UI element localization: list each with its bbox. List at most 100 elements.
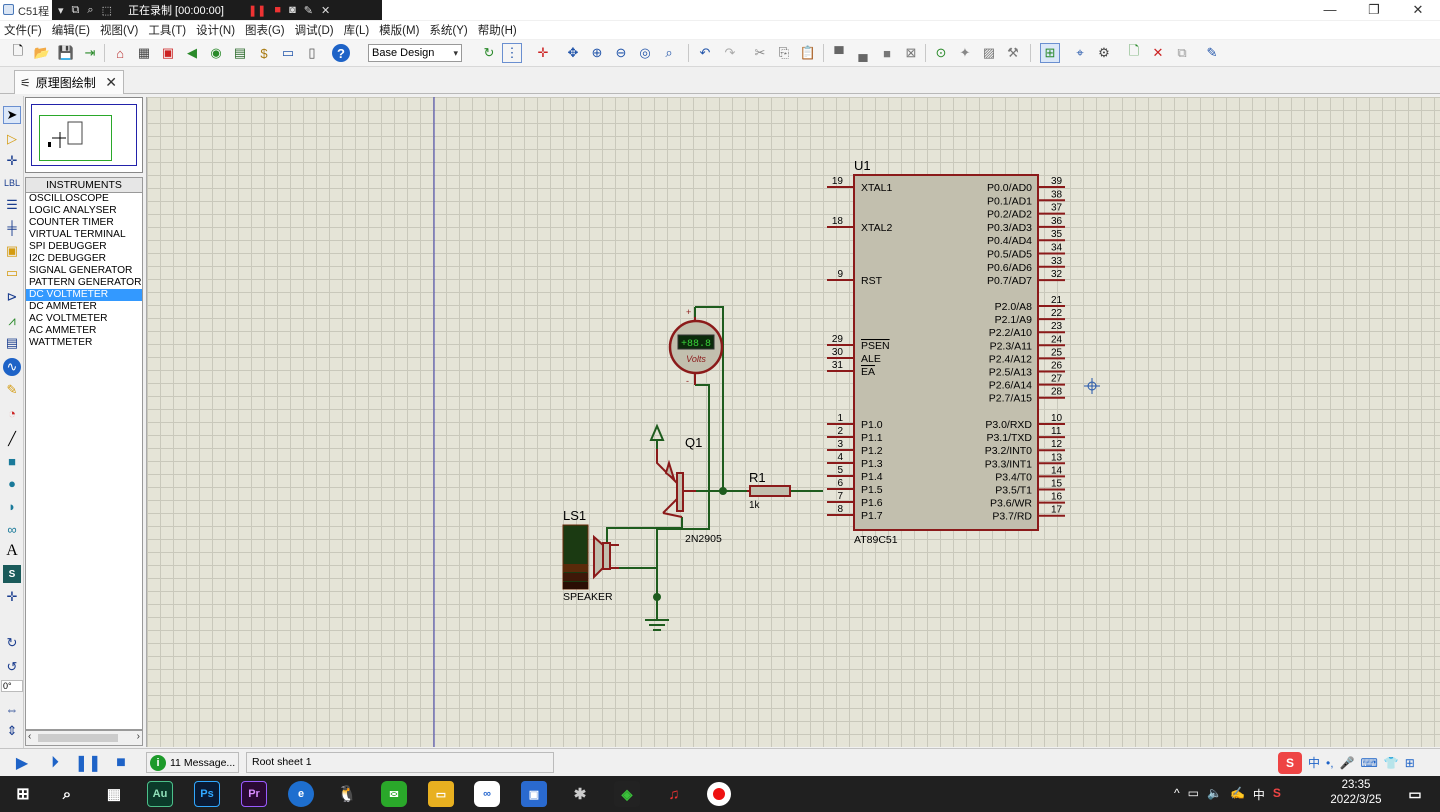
menu-item[interactable]: 调试(D) [295, 22, 334, 38]
block-copy-icon[interactable]: ▀ [829, 43, 849, 63]
camera-icon[interactable]: ◙ [289, 4, 296, 16]
design-variant-select[interactable]: Base Design ▾ [368, 44, 462, 62]
instrument-list-item[interactable]: PATTERN GENERATOR [26, 277, 142, 289]
keil-icon[interactable]: ◈ [614, 781, 640, 807]
recorder-app-icon[interactable] [707, 782, 731, 806]
stop-icon[interactable]: ■ [111, 753, 131, 773]
pen-icon[interactable]: ✎ [304, 4, 313, 17]
clock[interactable]: 23:35 2022/3/25 [1324, 778, 1388, 808]
property-assign-icon[interactable]: ⚙ [1094, 43, 1114, 63]
instrument-list-item[interactable]: DC VOLTMETER [26, 289, 142, 301]
graph-mode-icon[interactable]: ⩘ [3, 312, 21, 330]
probe-mode-icon[interactable]: ✎ [3, 381, 21, 399]
gerber-icon[interactable]: ◉ [206, 43, 226, 63]
instruments-hscrollbar[interactable]: ‹ › [25, 730, 143, 746]
premiere-icon[interactable]: Pr [241, 781, 267, 807]
bom-icon[interactable]: $ [254, 43, 274, 63]
scroll-right-icon[interactable]: › [137, 731, 140, 742]
text-script-mode-icon[interactable]: ☰ [3, 196, 21, 214]
menu-item[interactable]: 模版(M) [379, 22, 419, 38]
recorder-window-icon[interactable]: ⧉ [72, 4, 80, 17]
refresh-icon[interactable]: ↻ [479, 43, 499, 63]
box-tool-icon[interactable]: ■ [3, 452, 21, 470]
ime-language[interactable]: 中 [1308, 754, 1320, 771]
dc-voltmeter[interactable]: +88.8 Volts + - [668, 307, 724, 386]
messages-panel[interactable]: i 11 Message... [146, 752, 239, 773]
line-tool-icon[interactable]: ╱ [3, 430, 21, 448]
rotate-cw-icon[interactable]: ↻ [3, 634, 21, 652]
zoom-in-icon[interactable]: ⊕ [587, 43, 607, 63]
sogou-tray-icon[interactable]: S [1273, 786, 1281, 803]
baidu-netdisk-icon[interactable]: ∞ [474, 781, 500, 807]
punctuation-icon[interactable]: •, [1326, 756, 1334, 770]
copy-icon[interactable]: ⎘ [774, 43, 794, 63]
instrument-list-item[interactable]: LOGIC ANALYSER [26, 205, 142, 217]
mirror-vertical-icon[interactable]: ⇕ [3, 722, 21, 740]
menu-item[interactable]: 视图(V) [100, 22, 138, 38]
symbol-tool-icon[interactable]: S [3, 565, 21, 583]
scroll-left-icon[interactable]: ‹ [28, 731, 31, 742]
cut-icon[interactable]: ✂ [750, 43, 770, 63]
recorder-region-icon[interactable]: ⬚ [102, 4, 112, 17]
zoom-out-icon[interactable]: ⊖ [611, 43, 631, 63]
tab-schematic[interactable]: ⚟ 原理图绘制 ✕ [14, 70, 124, 94]
paste-icon[interactable]: 📋 [798, 43, 818, 63]
grid-toggle-icon[interactable]: ⋮ [502, 43, 522, 63]
file-explorer-store-icon[interactable]: ▦ [101, 781, 127, 807]
wire-autorouter-icon[interactable]: ⊞ [1040, 43, 1060, 63]
zoom-all-icon[interactable]: ◎ [635, 43, 655, 63]
instrument-list-item[interactable]: SPI DEBUGGER [26, 241, 142, 253]
menu-item[interactable]: 帮助(H) [478, 22, 517, 38]
instrument-list-item[interactable]: SIGNAL GENERATOR [26, 265, 142, 277]
speaker-ls1[interactable]: LS1 SPEAKER [562, 508, 619, 603]
goto-sheet-icon[interactable]: ⧉ [1172, 43, 1192, 63]
pick-device-icon[interactable]: ⊙ [931, 43, 951, 63]
import-icon[interactable]: ⇥ [80, 43, 100, 63]
ime-menu-icon[interactable]: ⊞ [1405, 756, 1415, 770]
arc-tool-icon[interactable]: ◗ [3, 497, 21, 515]
instrument-list-item[interactable]: OSCILLOSCOPE [26, 193, 142, 205]
remove-sheet-icon[interactable]: ✕ [1148, 43, 1168, 63]
mirror-horizontal-icon[interactable]: ⇔ [3, 700, 21, 718]
edge-icon[interactable]: e [288, 781, 314, 807]
terminal-mode-icon[interactable]: ▭ [3, 264, 21, 282]
menu-item[interactable]: 工具(T) [148, 22, 186, 38]
resistor-r1[interactable]: R1 1k [747, 470, 791, 511]
circle-tool-icon[interactable]: ● [3, 474, 21, 492]
tape-recorder-icon[interactable]: ▤ [3, 334, 21, 352]
notification-icon[interactable]: ▭ [1402, 781, 1428, 807]
instrument-list-item[interactable]: DC AMMETER [26, 301, 142, 313]
close-recorder-icon[interactable]: ✕ [321, 4, 330, 17]
pause-record-icon[interactable]: ❚❚ [248, 4, 266, 17]
schematic-canvas[interactable]: U1 AT89C51 19 XTAL1 18 XTAL2 9 RST 29 PSEN 30 ALE… [146, 97, 1440, 747]
search-tag-icon[interactable]: ⌖ [1070, 43, 1090, 63]
netlist-icon[interactable]: ✎ [1202, 43, 1222, 63]
kugou-icon[interactable]: ♫ [661, 781, 687, 807]
stop-record-icon[interactable]: ■ [274, 4, 281, 16]
subcircuit-mode-icon[interactable]: ▣ [3, 242, 21, 260]
recorder-menu-icon[interactable]: ▾ [58, 4, 64, 17]
instrument-list-item[interactable]: WATTMETER [26, 337, 142, 349]
junction-mode-icon[interactable]: ✛ [3, 152, 21, 170]
text-tool-icon[interactable]: A [3, 542, 21, 560]
qq-icon[interactable]: 🐧 [334, 781, 360, 807]
image-app-icon[interactable]: ▣ [521, 781, 547, 807]
source-code-icon[interactable]: ▭ [278, 43, 298, 63]
keyboard-icon[interactable]: ⌨ [1361, 756, 1378, 770]
design-explorer-icon[interactable]: ▤ [230, 43, 250, 63]
microphone-icon[interactable]: 🎤 [1340, 756, 1355, 770]
photoshop-icon[interactable]: Ps [194, 781, 220, 807]
pause-icon[interactable]: ❚❚ [75, 753, 102, 773]
instrument-list-item[interactable]: VIRTUAL TERMINAL [26, 229, 142, 241]
menu-item[interactable]: 编辑(E) [52, 22, 90, 38]
instrument-mode-icon[interactable]: ◔ [3, 404, 21, 422]
zoom-area-icon[interactable]: ⌕ [659, 43, 679, 63]
3d-view-icon[interactable]: ◀ [182, 43, 202, 63]
new-sheet-icon[interactable]: 🗋 [1124, 43, 1144, 63]
marker-tool-icon[interactable]: ✛ [3, 588, 21, 606]
decompose-icon[interactable]: ⚒ [1003, 43, 1023, 63]
tray-expand-icon[interactable]: ^ [1174, 786, 1180, 803]
restore-button[interactable]: ❐ [1352, 0, 1396, 20]
battery-icon[interactable]: ▭ [1188, 786, 1199, 803]
instrument-list-item[interactable]: COUNTER TIMER [26, 217, 142, 229]
